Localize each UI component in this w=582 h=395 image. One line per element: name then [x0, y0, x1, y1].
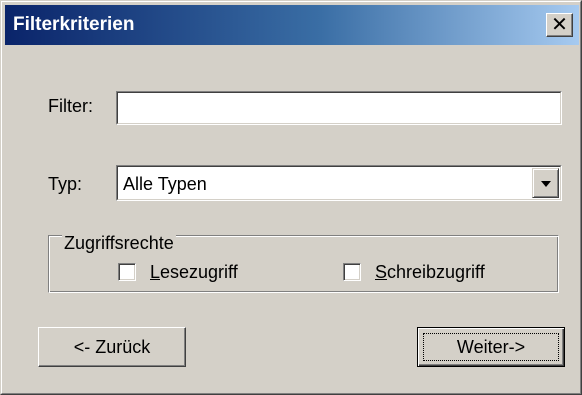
read-access-checkbox[interactable] [118, 263, 136, 281]
dialog-title: Filterkriterien [13, 14, 135, 35]
chevron-down-icon[interactable] [532, 168, 559, 198]
close-button[interactable]: ✕ [546, 13, 573, 37]
title-bar[interactable]: Filterkriterien ✕ [5, 5, 579, 45]
filter-input[interactable] [116, 91, 562, 125]
filter-input-frame [117, 92, 561, 124]
filter-label: Filter: [48, 96, 93, 116]
next-button[interactable]: Weiter-> [417, 327, 565, 367]
focus-indicator [423, 333, 559, 361]
write-access-checkbox[interactable] [343, 263, 361, 281]
back-button-label: <- Zurück [73, 336, 151, 357]
close-icon: ✕ [551, 14, 568, 36]
typ-select-value: Alle Typen [123, 174, 207, 194]
read-access-label[interactable]: Lesezugriff [150, 261, 238, 283]
read-access-mnemonic: L [150, 262, 161, 282]
access-rights-legend: Zugriffsrechte [62, 232, 176, 254]
typ-select[interactable]: Alle Typen [116, 165, 562, 201]
write-access-mnemonic: S [375, 262, 388, 282]
write-access-label-rest: chreibzugriff [387, 262, 485, 282]
typ-label: Typ: [48, 174, 83, 194]
dialog-frame: Filterkriterien ✕ Filter: Typ: Alle Type… [1, 1, 581, 394]
read-access-label-rest: esezugriff [160, 262, 238, 282]
write-access-label[interactable]: Schreibzugriff [375, 261, 485, 283]
filter-dialog: Filterkriterien ✕ Filter: Typ: Alle Type… [0, 0, 582, 395]
back-button[interactable]: <- Zurück [38, 327, 186, 367]
